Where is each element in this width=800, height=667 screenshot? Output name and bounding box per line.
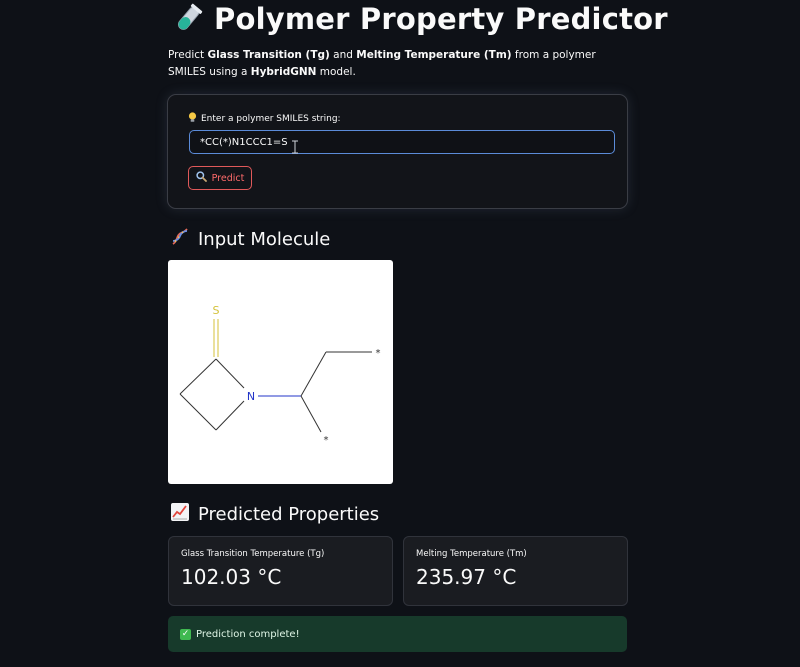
ring-bond [179, 358, 217, 395]
intro-tg: Glass Transition (Tg) [207, 49, 330, 61]
intro-and: and [329, 49, 357, 61]
predict-button-label: Predict [211, 172, 245, 184]
success-message: Prediction complete! [196, 628, 300, 640]
tm-metric-card: Melting Temperature (Tm) 235.97 °C [403, 536, 628, 606]
tg-metric-value: 102.03 °C [181, 565, 282, 589]
lightbulb-icon [188, 112, 197, 126]
smiles-label-text: Enter a polymer SMILES string: [201, 114, 341, 124]
nitrogen-atom-label: N [247, 390, 255, 403]
page-title: Polymer Property Predictor [172, 2, 668, 36]
predicted-properties-heading: Predicted Properties [170, 502, 379, 527]
magnifier-icon [195, 171, 207, 185]
page-title-text: Polymer Property Predictor [214, 2, 668, 36]
chain-bond [300, 395, 322, 433]
input-molecule-heading: Input Molecule [170, 227, 330, 252]
ring-bond [215, 400, 245, 431]
intro-prefix: Predict [168, 49, 208, 61]
intro-suffix: model. [316, 66, 356, 78]
smiles-input-label: Enter a polymer SMILES string: [188, 112, 341, 126]
predicted-properties-heading-text: Predicted Properties [198, 504, 380, 525]
sulfur-atom-label: S [213, 304, 220, 317]
tg-metric-card: Glass Transition Temperature (Tg) 102.03… [168, 536, 393, 606]
ring-bond [215, 358, 245, 389]
input-molecule-heading-text: Input Molecule [198, 229, 331, 250]
tm-metric-value: 235.97 °C [416, 565, 517, 589]
attachment-point-top: * [376, 348, 381, 359]
smiles-input[interactable] [189, 130, 615, 154]
predict-button[interactable]: Predict [188, 166, 252, 190]
text-cursor-icon [292, 140, 298, 154]
attachment-point-bottom: * [324, 435, 329, 446]
ring-bond [179, 393, 217, 431]
intro-model: HybridGNN [250, 66, 317, 78]
chart-increasing-icon [170, 502, 190, 527]
test-tube-icon [172, 3, 204, 35]
tg-metric-label: Glass Transition Temperature (Tg) [181, 549, 325, 559]
check-mark-icon: ✓ [180, 628, 191, 640]
chain-bond [300, 351, 327, 397]
tm-metric-label: Melting Temperature (Tm) [416, 549, 527, 559]
molecule-structure-image: S N * * [168, 260, 393, 484]
intro-tm: Melting Temperature (Tm) [356, 49, 512, 61]
dna-icon [170, 227, 190, 252]
smiles-form: Enter a polymer SMILES string: Predict [167, 94, 628, 209]
intro-text: Predict Glass Transition (Tg) and Meltin… [168, 47, 628, 81]
success-alert: ✓ Prediction complete! [168, 616, 627, 652]
